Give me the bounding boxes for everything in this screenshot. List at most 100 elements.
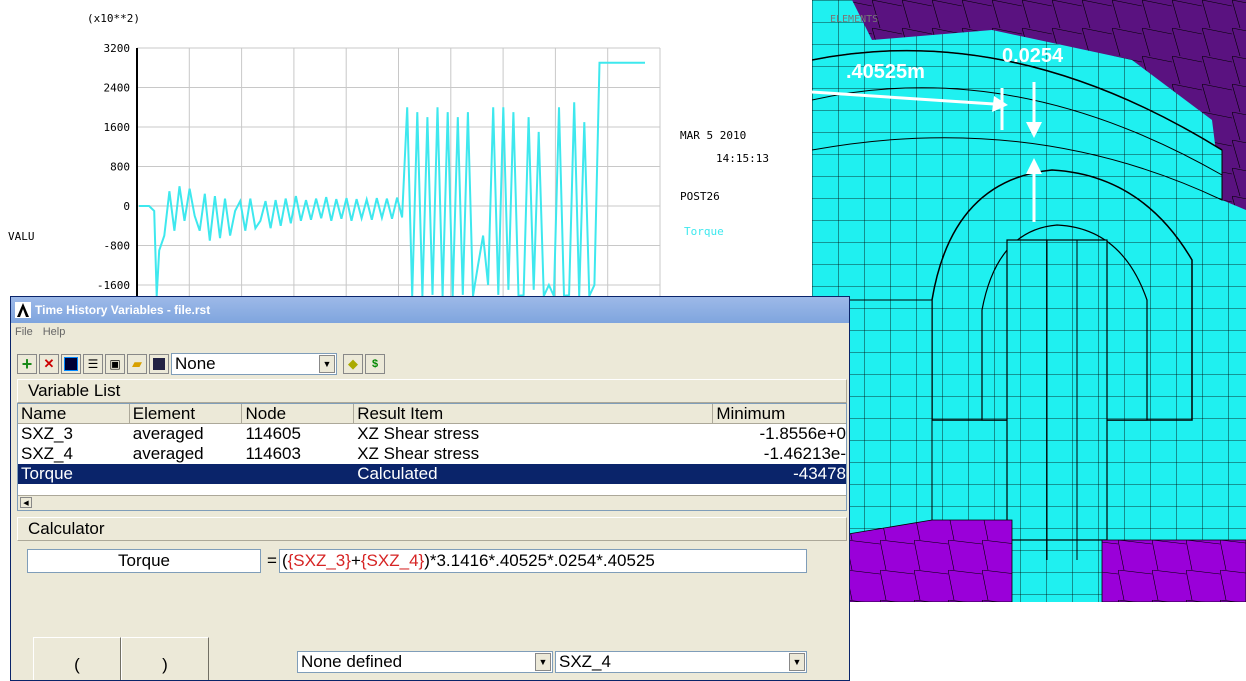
scroll-left-icon[interactable]: ◀ [20,497,32,508]
col-node[interactable]: Node [242,404,355,424]
variable-select-combo[interactable]: SXZ_4 ▼ [555,651,807,673]
eraser-icon: ◆ [348,356,358,371]
series-line-torque [139,61,645,298]
chevron-down-icon[interactable]: ▼ [789,653,805,671]
variable-combo-value: None [175,354,216,373]
cell-minimum: -1.8556e+0 [759,424,847,443]
base-violet-right [1101,539,1246,602]
cell-name: Torque [21,464,73,483]
menu-file[interactable]: File [15,326,33,338]
time-history-plot: 3200 2400 1600 800 0 -800 -1600 (x10**2) VALU … [0,0,812,300]
expr-part: {SXZ_4} [360,551,425,570]
graph-data-button[interactable] [61,354,81,374]
plot-grid [137,47,661,296]
cell-element: averaged [132,444,204,463]
dimension-thickness: 0.0254 [1002,45,1064,67]
model-view: ELEMENTS .40525m 0.0254 [812,0,1246,602]
variable-list-header: Variable List [17,379,847,403]
cell-name: SXZ_3 [21,424,73,443]
save-file-button[interactable] [149,354,169,374]
col-name[interactable]: Name [18,404,130,424]
expr-part: {SXZ_3} [287,551,351,570]
y-exponent-label: (x10**2) [87,12,140,25]
series-layer [139,61,645,298]
cell-element [130,464,243,484]
y-tick-label: -800 [104,240,131,253]
variable-table: Name Element Node Result Item Minimum SX… [17,403,847,511]
table-body: SXZ_3 averaged 114605 XZ Shear stress -1.855… [18,424,846,484]
menu-help[interactable]: Help [43,326,66,338]
chevron-down-icon[interactable]: ▼ [319,355,335,373]
list-data-button[interactable]: ☰ [83,354,103,374]
cell-node [242,464,354,484]
torque-chart: 3200240016008000-800-1600 (x10**2) VALU … [8,12,769,298]
dialog-titlebar[interactable]: Time History Variables - file.rst [11,297,849,323]
cell-name: SXZ_4 [21,444,73,463]
open-paren-button[interactable]: ( [33,637,121,680]
calc-expression-input[interactable]: ({SXZ_3} + {SXZ_4})*3.1416*.40525*.0254*.4… [278,549,807,573]
legend-entry-torque: Torque [684,225,724,238]
cell-minimum: -43478 [793,464,847,483]
toolbar: + ✕ ☰ ▣ ▰ None ▼ ◆ $ [11,349,849,379]
menu-bar: File Help [11,323,849,341]
table-row[interactable]: Torque Calculated -43478 [18,464,846,484]
cell-result: Calculated [357,464,438,483]
horizontal-scrollbar[interactable]: ◀ [18,495,846,510]
ansys-logo-icon [15,302,31,318]
dimension-radius: .40525m [846,61,925,83]
y-tick-label: 800 [110,161,130,174]
function-combo[interactable]: None defined ▼ [297,651,553,673]
graph-icon [64,357,78,371]
col-result-item[interactable]: Result Item [354,404,714,424]
cell-result: XZ Shear stress [357,444,480,463]
y-tick-label: 2400 [104,82,131,95]
x-icon: ✕ [43,356,55,371]
folder-icon: ▰ [132,356,142,371]
save-icon [153,358,165,370]
mesh-image: ELEMENTS .40525m 0.0254 [812,0,1246,602]
time-history-dialog: Time History Variables - file.rst File H… [10,296,850,681]
cell-minimum: -1.46213e- [763,444,847,463]
refresh-button[interactable]: $ [365,354,385,374]
cell-node: 114605 [245,424,301,443]
clear-button[interactable]: ◆ [343,354,363,374]
plus-icon: + [21,353,33,374]
y-tick-label: -1600 [97,279,130,292]
delete-variable-button[interactable]: ✕ [39,354,59,374]
calculator-header: Calculator [17,517,847,541]
calculator-row: Torque = ({SXZ_3} + {SXZ_4})*3.1416*.40525… [27,547,849,575]
open-file-button[interactable]: ▰ [127,354,147,374]
function-combo-value: None defined [301,652,403,671]
y-tick-label: 0 [123,200,130,213]
y-tick-label: 3200 [104,42,131,55]
y-tick-labels: 3200 2400 1600 800 0 -800 -1600 [97,42,130,292]
plot-time: 14:15:13 [716,152,769,165]
dialog-title: Time History Variables - file.rst [35,303,211,317]
y-tick-label: 1600 [104,121,131,134]
expr-part: )*3.1416*.40525*.0254*.40525 [424,551,655,570]
properties-icon: ▣ [109,357,121,371]
list-icon: ☰ [87,357,99,371]
table-row[interactable]: SXZ_3 averaged 114605 XZ Shear stress -1.855… [18,424,846,444]
equals-sign: = [267,551,277,570]
plot-module: POST26 [680,190,720,203]
properties-button[interactable]: ▣ [105,354,125,374]
col-minimum[interactable]: Minimum [713,404,846,424]
cell-node: 114603 [245,444,301,463]
variable-combo[interactable]: None ▼ [171,353,337,375]
cell-element: averaged [132,424,204,443]
y-axis-label: VALU [8,230,35,243]
elements-label: ELEMENTS [830,14,878,25]
expr-part: + [350,551,361,570]
chevron-down-icon[interactable]: ▼ [535,653,551,671]
variable-select-value: SXZ_4 [559,652,611,671]
cell-result: XZ Shear stress [357,424,480,443]
close-paren-button[interactable]: ) [121,637,209,680]
table-row[interactable]: SXZ_4 averaged 114603 XZ Shear stress -1.462… [18,444,846,464]
calc-variable-name-input[interactable]: Torque [27,549,261,573]
add-variable-button[interactable]: + [17,354,37,374]
dollar-refresh-icon: $ [371,358,379,370]
plot-date: MAR 5 2010 [680,129,746,142]
table-header: Name Element Node Result Item Minimum [18,404,846,424]
col-element[interactable]: Element [129,404,243,424]
